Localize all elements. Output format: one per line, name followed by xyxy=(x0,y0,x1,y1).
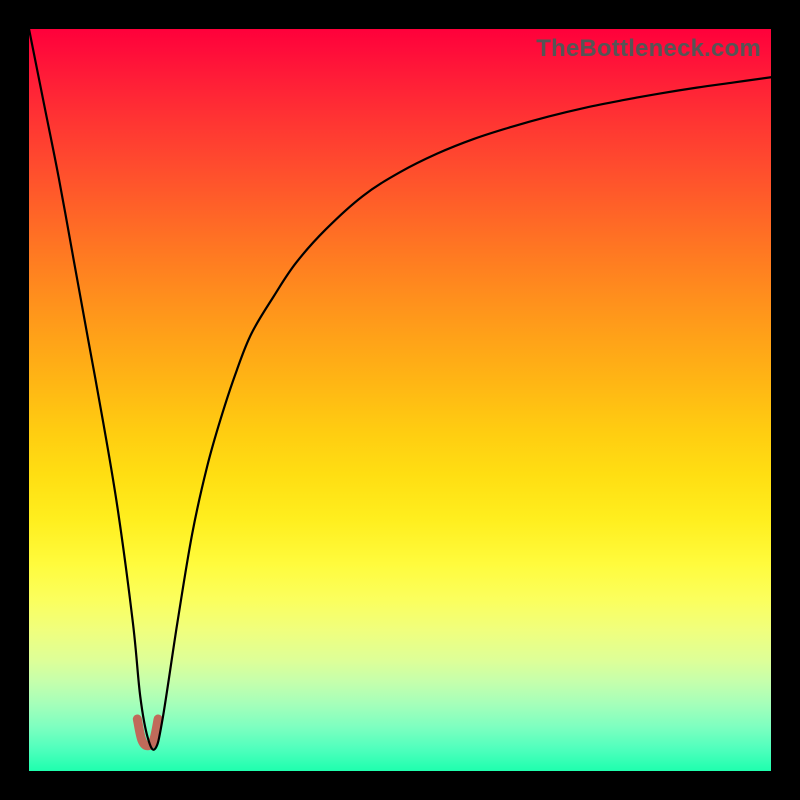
tip-marker-path xyxy=(137,719,158,746)
chart-frame: TheBottleneck.com xyxy=(0,0,800,800)
plot-area: TheBottleneck.com xyxy=(29,29,771,771)
chart-svg xyxy=(29,29,771,771)
watermark-text: TheBottleneck.com xyxy=(536,35,761,63)
main-curve-path xyxy=(29,29,771,750)
